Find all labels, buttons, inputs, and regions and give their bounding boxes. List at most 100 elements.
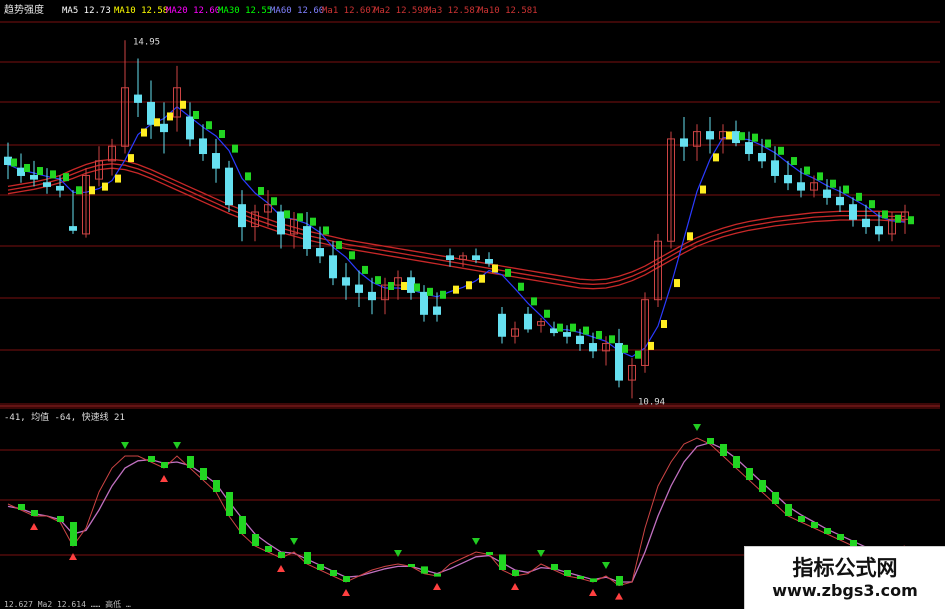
osc-bar <box>304 552 311 564</box>
osc-bar <box>720 444 727 456</box>
candle-body <box>758 153 766 162</box>
trend-marker <box>76 186 82 195</box>
trend-marker <box>843 185 849 194</box>
trend-marker <box>297 213 303 222</box>
candle-body <box>446 255 454 261</box>
candle-body <box>615 343 623 381</box>
sell-arrow-icon <box>394 550 402 557</box>
candle-body <box>745 142 753 155</box>
trend-marker <box>375 276 381 285</box>
trend-marker <box>310 217 316 226</box>
osc-bar <box>57 516 64 522</box>
candle-body <box>823 189 831 198</box>
candle-body <box>498 313 506 337</box>
candle-body <box>784 174 792 184</box>
header-item: Ma3 12.587 <box>426 6 480 16</box>
osc-bar <box>616 576 623 586</box>
header-item: Ma2 12.598 <box>374 6 428 16</box>
osc-bar <box>590 578 597 582</box>
header-item: MA10 12.58 <box>114 6 168 16</box>
header-item: MA30 12.55 <box>218 6 272 16</box>
osc-bar <box>772 492 779 504</box>
osc-bar <box>785 504 792 516</box>
osc-bar <box>434 573 441 577</box>
header-title: 趋势强度 <box>4 3 44 16</box>
candle-body <box>849 204 857 220</box>
ma-band <box>7 158 905 290</box>
osc-bar <box>278 552 285 558</box>
watermark: 指标公式网 www.zbgs3.com <box>744 546 945 609</box>
trend-marker <box>102 182 108 191</box>
osc-bar <box>512 570 519 576</box>
header-item: MA60 12.60 <box>270 6 324 16</box>
candle-body <box>186 116 194 140</box>
osc-bar <box>486 552 493 555</box>
stock-chart: 14.95 10.94 趋势强度 MA5 12.73 MA10 12.58MA20 12… <box>0 3 940 609</box>
candle-body <box>277 211 285 235</box>
buy-arrow-icon <box>589 589 597 596</box>
candle-body <box>797 182 805 191</box>
trend-marker <box>531 297 537 306</box>
ma-line-MA2 <box>7 163 905 285</box>
sell-arrow-icon <box>121 442 129 449</box>
sell-arrow-icon <box>693 424 701 431</box>
trend-marker <box>245 172 251 181</box>
trend-marker <box>518 282 524 291</box>
osc-bar <box>70 522 77 546</box>
candle-body <box>329 255 337 279</box>
candle-body <box>212 153 220 169</box>
osc-bar <box>577 576 584 579</box>
buy-arrow-icon <box>30 523 38 530</box>
osc-bar <box>824 528 831 534</box>
ma-line-MA3 <box>7 167 905 290</box>
trend-marker <box>349 251 355 260</box>
trend-marker <box>778 146 784 155</box>
trend-marker <box>635 350 641 359</box>
candle-body <box>342 277 350 286</box>
osc-bar <box>421 566 428 574</box>
trend-marker <box>583 326 589 335</box>
trend-marker <box>713 153 719 162</box>
candle-body <box>43 182 51 187</box>
osc-bar <box>343 576 350 582</box>
candle-body <box>485 259 493 264</box>
candle-body <box>875 226 883 235</box>
candles <box>4 40 914 399</box>
candle-body <box>589 343 597 352</box>
trend-marker <box>492 264 498 273</box>
candle-body <box>225 167 233 206</box>
candle-body <box>524 313 532 330</box>
trend-marker <box>674 279 680 288</box>
osc-bar <box>317 564 324 570</box>
osc-bar <box>564 570 571 576</box>
candle-body <box>56 185 64 191</box>
buy-arrow-icon <box>615 592 623 600</box>
trend-marker <box>141 128 147 137</box>
trend-marker <box>479 274 485 283</box>
trend-marker <box>726 131 732 140</box>
candle-body <box>238 204 246 228</box>
trend-marker <box>11 158 17 167</box>
header-item: MA5 12.73 <box>62 6 111 16</box>
trend-marker <box>63 173 69 182</box>
candle-body <box>199 138 207 155</box>
trend-marker <box>414 283 420 292</box>
osc-bar <box>265 546 272 552</box>
trend-marker <box>206 121 212 130</box>
price-low-label: 10.94 <box>638 397 665 407</box>
trend-marker <box>50 170 56 179</box>
trend-marker <box>570 323 576 332</box>
candle-body <box>368 291 376 301</box>
trend-marker <box>128 154 134 163</box>
trend-marker <box>557 323 563 332</box>
candle-body <box>576 335 584 345</box>
trend-marker <box>323 226 329 235</box>
trend-marker <box>401 282 407 290</box>
trend-marker <box>284 210 290 219</box>
sell-arrow-icon <box>173 442 181 449</box>
trend-marker <box>882 210 888 219</box>
osc-bar <box>18 504 25 510</box>
footer-text: 12.627 Ma2 12.614 …… 高低 … <box>4 599 131 609</box>
trend-marker <box>596 330 602 339</box>
trend-marker <box>362 265 368 274</box>
